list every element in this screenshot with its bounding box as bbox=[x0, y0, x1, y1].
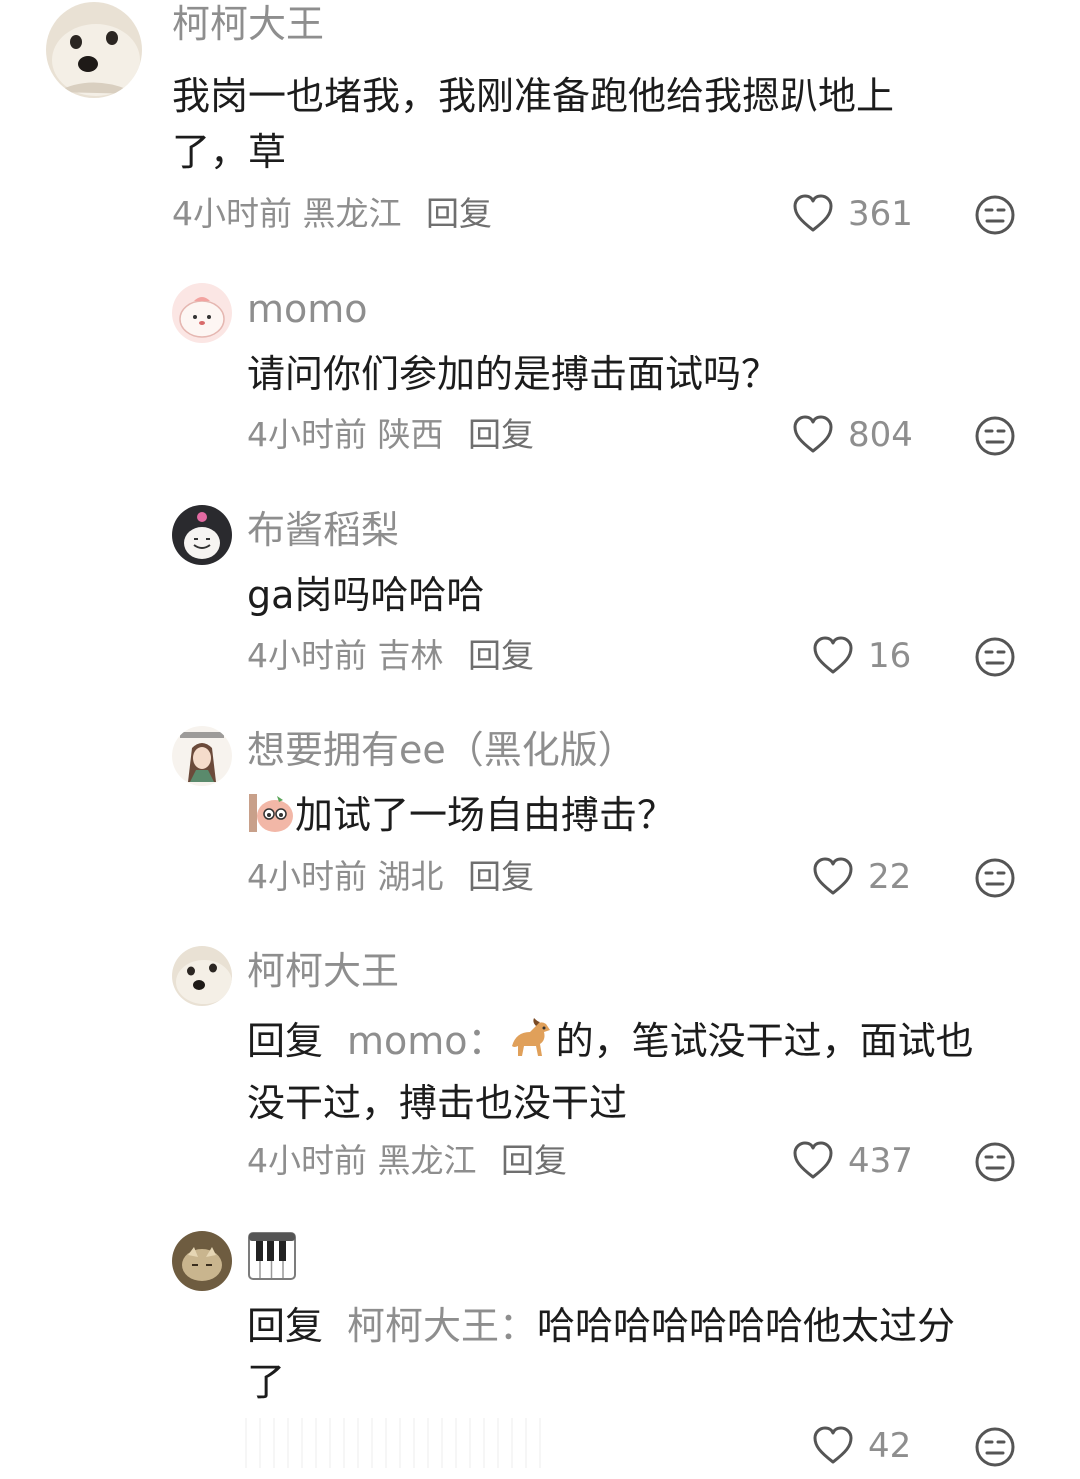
username[interactable]: 柯柯大王 bbox=[172, 0, 324, 48]
neutral-face-icon bbox=[975, 1427, 1015, 1467]
timestamp: 4小时前 bbox=[247, 857, 367, 896]
reply-target-username[interactable]: momo： bbox=[347, 1019, 506, 1063]
reply-target-username[interactable]: 柯柯大王： bbox=[347, 1304, 537, 1348]
location: 黑龙江 bbox=[377, 1141, 477, 1180]
piano-icon bbox=[248, 1232, 296, 1284]
neutral-face-icon bbox=[975, 195, 1015, 235]
blurred-meta bbox=[245, 1418, 545, 1468]
reply-button[interactable]: 回复 bbox=[426, 194, 492, 233]
avatar[interactable] bbox=[172, 505, 232, 565]
comment-meta: 4小时前 黑龙江 回复 bbox=[247, 1139, 567, 1183]
horse-emoji-icon bbox=[506, 1016, 556, 1075]
like-count: 361 bbox=[848, 194, 913, 234]
comment-text: 加试了一场自由搏击？ bbox=[247, 787, 675, 849]
reply-button[interactable]: 回复 bbox=[501, 1141, 567, 1180]
dislike-button[interactable] bbox=[974, 636, 1016, 678]
comment-text-segment: 哈哈哈哈哈哈哈他太过分 bbox=[537, 1304, 956, 1348]
heart-icon bbox=[813, 1426, 853, 1464]
comment-text-segment: 的，笔试没干过，面试也 bbox=[555, 1019, 974, 1063]
reply-prefix: 回复 bbox=[247, 1304, 324, 1348]
heart-icon bbox=[813, 636, 853, 674]
location: 陕西 bbox=[377, 415, 444, 454]
comment-text-line: 我岗一也堵我，我刚准备跑他给我摁趴地上 bbox=[172, 74, 895, 118]
reply-button[interactable]: 回复 bbox=[468, 636, 534, 675]
like-button[interactable]: 804 bbox=[792, 413, 913, 457]
location: 吉林 bbox=[377, 636, 444, 675]
location: 湖北 bbox=[377, 857, 444, 896]
pink-blob-avatar-icon bbox=[172, 283, 232, 343]
like-count: 16 bbox=[868, 636, 912, 676]
location: 黑龙江 bbox=[302, 194, 402, 233]
comment-text-line: 了，草 bbox=[172, 130, 287, 174]
dislike-button[interactable] bbox=[974, 857, 1016, 899]
neutral-face-icon bbox=[975, 416, 1015, 456]
timestamp: 4小时前 bbox=[247, 636, 367, 675]
cat-avatar-icon bbox=[172, 1231, 232, 1291]
avatar[interactable] bbox=[46, 2, 142, 98]
heart-icon bbox=[793, 415, 833, 453]
comment-text-line: ga岗吗哈哈哈 bbox=[247, 573, 485, 617]
neutral-face-icon bbox=[975, 637, 1015, 677]
comment-text: 回复 柯柯大王：哈哈哈哈哈哈哈他太过分 了 bbox=[247, 1298, 955, 1410]
comment-meta: 4小时前 湖北 回复 bbox=[247, 855, 534, 899]
heart-icon bbox=[793, 194, 833, 232]
comment-text: 回复 momo： 的，笔试没干过，面试也 没干过，搏击也没干过 bbox=[247, 1013, 974, 1131]
reply-button[interactable]: 回复 bbox=[468, 857, 534, 896]
comment-meta: 4小时前 黑龙江 回复 bbox=[172, 192, 492, 236]
timestamp: 4小时前 bbox=[247, 1141, 367, 1180]
like-button[interactable]: 361 bbox=[792, 192, 913, 236]
timestamp: 4小时前 bbox=[247, 415, 367, 454]
reply-button[interactable]: 回复 bbox=[468, 415, 534, 454]
username[interactable]: momo bbox=[247, 285, 368, 333]
dislike-button[interactable] bbox=[974, 194, 1016, 236]
dislike-button[interactable] bbox=[974, 1141, 1016, 1183]
avatar[interactable] bbox=[172, 1231, 232, 1291]
timestamp: 4小时前 bbox=[172, 194, 292, 233]
comment-text: 我岗一也堵我，我刚准备跑他给我摁趴地上 了，草 bbox=[172, 68, 894, 180]
neutral-face-icon bbox=[975, 858, 1015, 898]
like-count: 22 bbox=[868, 857, 912, 897]
username[interactable]: 布酱稻梨 bbox=[247, 506, 399, 554]
avatar[interactable] bbox=[172, 726, 232, 786]
reply-prefix: 回复 bbox=[247, 1019, 324, 1063]
dislike-button[interactable] bbox=[974, 415, 1016, 457]
comment-text-line: 请问你们参加的是搏击面试吗？ bbox=[247, 352, 780, 396]
dog-avatar-icon bbox=[172, 946, 232, 1006]
peeking-sticker-icon bbox=[247, 790, 295, 849]
comment-text: 请问你们参加的是搏击面试吗？ bbox=[247, 346, 779, 402]
comment-meta: 4小时前 陕西 回复 bbox=[247, 413, 534, 457]
like-count: 437 bbox=[848, 1141, 913, 1181]
comment-text-line: 回复 momo： 的，笔试没干过，面试也 bbox=[247, 1013, 974, 1075]
anime-girl-avatar-icon bbox=[172, 726, 232, 786]
like-button[interactable]: 22 bbox=[812, 855, 911, 899]
dog-avatar-icon bbox=[46, 2, 142, 98]
like-button[interactable]: 437 bbox=[792, 1139, 913, 1183]
comment-text: ga岗吗哈哈哈 bbox=[247, 567, 484, 623]
heart-icon bbox=[793, 1141, 833, 1179]
avatar[interactable] bbox=[172, 946, 232, 1006]
username[interactable]: 想要拥有ee（黑化版） bbox=[247, 726, 636, 774]
like-button[interactable]: 16 bbox=[812, 634, 911, 678]
comment-meta: 4小时前 吉林 回复 bbox=[247, 634, 534, 678]
heart-icon bbox=[813, 857, 853, 895]
comment-text-line: 了 bbox=[247, 1360, 286, 1404]
dislike-button[interactable] bbox=[974, 1426, 1016, 1468]
comment-text-line: 回复 柯柯大王：哈哈哈哈哈哈哈他太过分 bbox=[247, 1298, 955, 1354]
username[interactable]: 柯柯大王 bbox=[247, 947, 399, 995]
comment-text-line: 没干过，搏击也没干过 bbox=[247, 1081, 628, 1125]
kuromi-avatar-icon bbox=[172, 505, 232, 565]
like-count: 804 bbox=[848, 415, 913, 455]
like-button[interactable]: 42 bbox=[812, 1424, 911, 1468]
comment-text-line: 加试了一场自由搏击？ bbox=[295, 793, 676, 837]
like-count: 42 bbox=[868, 1426, 912, 1466]
avatar[interactable] bbox=[172, 283, 232, 343]
neutral-face-icon bbox=[975, 1142, 1015, 1182]
